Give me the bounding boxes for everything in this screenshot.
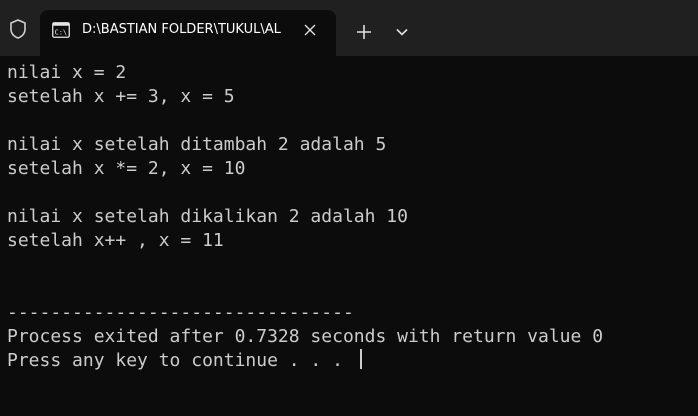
process-exit-message: Process exited after 0.7328 seconds with… [7, 326, 604, 347]
title-bar: C:\ D:\BASTIAN FOLDER\TUKUL\AL [0, 0, 698, 56]
console-prompt-line: Press any key to continue . . . [7, 349, 603, 373]
svg-text:C:\: C:\ [55, 29, 68, 37]
console-line: nilai x setelah ditambah 2 adalah 5 [7, 134, 387, 155]
console-output[interactable]: nilai x = 2 setelah x += 3, x = 5 nilai … [7, 61, 603, 373]
tab-dropdown-button[interactable] [392, 20, 412, 44]
plus-icon [357, 25, 371, 39]
close-icon[interactable] [302, 22, 318, 38]
continue-prompt: Press any key to continue . . . [7, 350, 354, 371]
terminal-window: C:\ D:\BASTIAN FOLDER\TUKUL\AL nilai x =… [0, 0, 698, 416]
console-line: setelah x += 3, x = 5 [7, 86, 235, 107]
console-app-icon: C:\ [52, 22, 70, 38]
console-line: nilai x setelah dikalikan 2 adalah 10 [7, 206, 408, 227]
console-line: nilai x = 2 [7, 62, 127, 83]
new-tab-button[interactable] [352, 20, 376, 44]
console-separator: -------------------------------- [7, 302, 354, 323]
console-line: setelah x *= 2, x = 10 [7, 158, 246, 179]
shield-icon[interactable] [8, 18, 28, 40]
chevron-down-icon [396, 28, 408, 36]
tab-terminal[interactable]: C:\ D:\BASTIAN FOLDER\TUKUL\AL [40, 10, 336, 56]
text-cursor [359, 349, 362, 369]
console-line: setelah x++ , x = 11 [7, 230, 224, 251]
tab-title: D:\BASTIAN FOLDER\TUKUL\AL [82, 22, 281, 37]
